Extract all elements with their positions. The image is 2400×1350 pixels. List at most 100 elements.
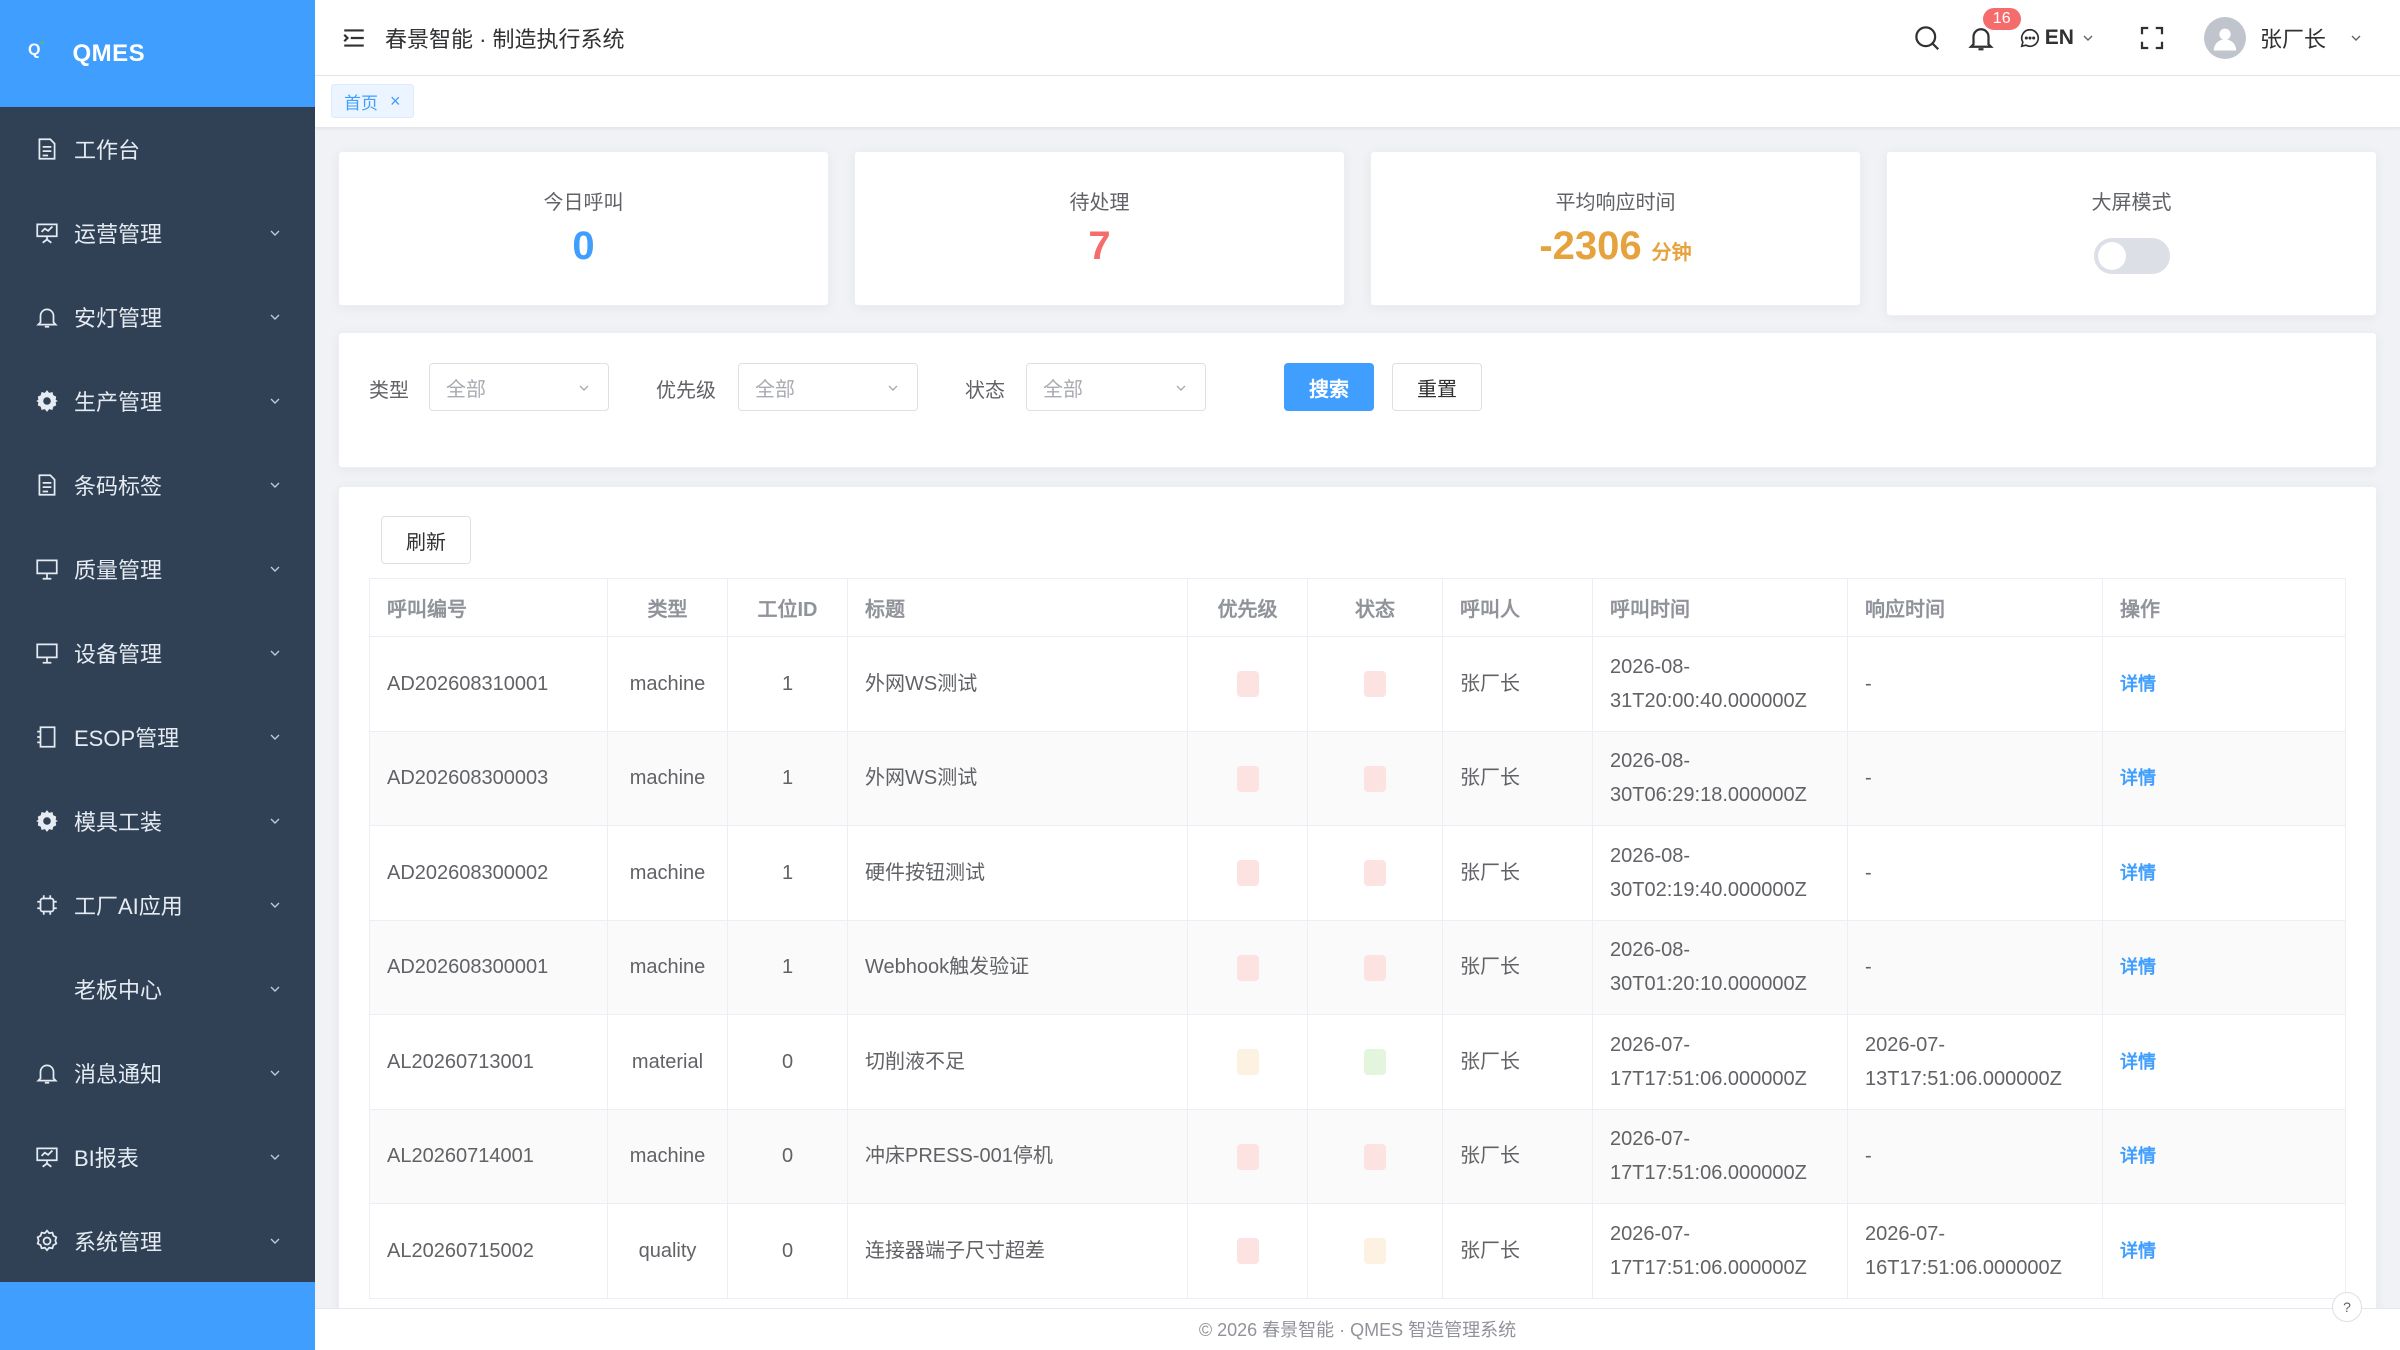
chevron-down-icon (2351, 35, 2361, 41)
detail-link[interactable]: 详情 (2120, 863, 2156, 883)
language-switch[interactable]: EN (2019, 26, 2100, 50)
detail-link[interactable]: 详情 (2120, 957, 2156, 977)
notification-bell-icon[interactable]: 16 (1965, 6, 2023, 54)
response-time-line: 2026-07- (1865, 1033, 1946, 1056)
stat-value-pending: 7 (1088, 224, 1111, 268)
status-filter-value: 全部 (1043, 378, 1083, 401)
detail-link[interactable]: 详情 (2120, 1241, 2156, 1261)
stat-card-big-screen: 大屏模式 (1886, 151, 2377, 316)
column-header[interactable]: 标题 (847, 578, 1188, 637)
column-header[interactable]: 类型 (607, 578, 728, 637)
user-menu[interactable]: 张厂长 (2203, 17, 2364, 59)
sidebar-item[interactable]: 设备管理 (0, 611, 315, 695)
footer: © 2026 春景智能 · QMES 智造管理系统 (315, 1308, 2400, 1350)
column-header[interactable]: 工位ID (727, 578, 848, 637)
help-icon[interactable]: ? (2332, 1292, 2362, 1322)
caller-cell: 张厂长 (1442, 919, 1593, 1015)
sidebar-item[interactable]: 消息通知 (0, 1031, 315, 1115)
table-row[interactable]: AD202608300002 machine 1 硬件按钮测试 张厂长 2026-08- 3… (369, 825, 2346, 921)
type-cell: machine (607, 636, 728, 732)
sidebar-item[interactable]: 安灯管理 (0, 275, 315, 359)
action-cell: 详情 (2102, 825, 2346, 921)
andon-call-table: 呼叫编号 类型 工位ID 标题 优先级 状态 呼叫人 呼叫时间 响应时间 操作 … (369, 578, 2346, 1299)
chevron-down-icon (270, 650, 280, 656)
search-icon[interactable] (1911, 22, 1943, 54)
chevron-down-icon (270, 566, 280, 572)
response-time-cell: - (1847, 919, 2103, 1015)
sidebar-item[interactable]: 条码标签 (0, 443, 315, 527)
column-header[interactable]: 呼叫人 (1442, 578, 1593, 637)
status-filter-select[interactable]: 全部 (1026, 363, 1206, 411)
sidebar-item[interactable]: 老板中心 (0, 947, 315, 1031)
sidebar-item-label: 设备管理 (74, 642, 163, 667)
title-cell: 连接器端子尺寸超差 (847, 1203, 1188, 1299)
sidebar-item[interactable]: 运营管理 (0, 191, 315, 275)
call-time-line: 2026-08- (1610, 844, 1691, 867)
hamburger-icon[interactable] (341, 25, 367, 51)
chevron-down-icon (270, 314, 280, 320)
priority-filter-select[interactable]: 全部 (738, 363, 918, 411)
type-filter-label: 类型 (369, 380, 409, 402)
call-time-line: 17T17:51:06.000000Z (1610, 1256, 1807, 1279)
detail-link[interactable]: 详情 (2120, 674, 2156, 694)
priority-cell (1187, 1014, 1308, 1110)
type-cell: material (607, 1014, 728, 1110)
stat-label: 今日呼叫 (543, 192, 624, 214)
response-time-cell: 2026-07- 16T17:51:06.000000Z (1847, 1203, 2103, 1299)
reset-button[interactable]: 重置 (1392, 363, 1482, 411)
column-header[interactable]: 状态 (1307, 578, 1443, 637)
detail-link[interactable]: 详情 (2120, 1146, 2156, 1166)
logo-mark: Q° (28, 39, 45, 59)
sidebar-item[interactable]: 工作台 (0, 107, 315, 191)
fullscreen-icon[interactable] (2136, 22, 2168, 54)
action-cell: 详情 (2102, 1108, 2346, 1204)
big-screen-toggle[interactable] (2093, 238, 2170, 274)
detail-link[interactable]: 详情 (2120, 768, 2156, 788)
station-cell: 0 (727, 1108, 848, 1204)
sidebar-item-label: ESOP管理 (74, 726, 180, 751)
table-row[interactable]: AL20260715002 quality 0 连接器端子尺寸超差 张厂长 2026-07… (369, 1203, 2346, 1299)
title-cell: 切削液不足 (847, 1014, 1188, 1110)
response-time-cell: - (1847, 636, 2103, 732)
sidebar-item[interactable]: 生产管理 (0, 359, 315, 443)
refresh-button[interactable]: 刷新 (381, 516, 471, 564)
response-time-line: - (1865, 1145, 1872, 1168)
response-time-cell: 2026-07- 13T17:51:06.000000Z (1847, 1014, 2103, 1110)
call-time-line: 2026-08- (1610, 750, 1691, 773)
caller-cell: 张厂长 (1442, 636, 1593, 732)
column-header[interactable]: 优先级 (1187, 578, 1308, 637)
sidebar-item[interactable]: 模具工装 (0, 779, 315, 863)
document-icon (34, 472, 60, 498)
table-row[interactable]: AL20260713001 material 0 切削液不足 张厂长 2026-07- 17… (369, 1014, 2346, 1110)
table-row[interactable]: AD202608310001 machine 1 外网WS测试 张厂长 2026-08- 3… (369, 636, 2346, 732)
sidebar-item[interactable]: 质量管理 (0, 527, 315, 611)
logo[interactable]: Q° QMES (0, 0, 315, 107)
stat-label: 大屏模式 (2091, 192, 2172, 214)
close-icon[interactable]: × (390, 91, 401, 112)
monitor-icon (34, 556, 60, 582)
sidebar-collapse-bar[interactable] (0, 1282, 315, 1350)
sidebar-item[interactable]: 工厂AI应用 (0, 863, 315, 947)
stat-value-avg-response: -2306 分钟 (1371, 224, 1860, 269)
action-cell: 详情 (2102, 636, 2346, 732)
column-header[interactable]: 操作 (2102, 578, 2346, 637)
column-header[interactable]: 呼叫时间 (1592, 578, 1848, 637)
top-header: 春景智能 · 制造执行系统 16 EN 张厂长 (315, 0, 2400, 76)
table-row[interactable]: AL20260714001 machine 0 冲床PRESS-001停机 张厂长 202… (369, 1108, 2346, 1204)
table-row[interactable]: AD202608300001 machine 1 Webhook触发验证 张厂长 2026… (369, 919, 2346, 1015)
search-button[interactable]: 搜索 (1284, 363, 1374, 411)
sidebar-item[interactable]: 系统管理 (0, 1199, 315, 1283)
sidebar-item[interactable]: ESOP管理 (0, 695, 315, 779)
title-cell: 外网WS测试 (847, 730, 1188, 826)
call-time-line: 2026-08- (1610, 655, 1691, 678)
chevron-down-icon (888, 385, 898, 391)
column-header[interactable]: 响应时间 (1847, 578, 2103, 637)
detail-link[interactable]: 详情 (2120, 1052, 2156, 1072)
sidebar-item[interactable]: BI报表 (0, 1115, 315, 1199)
call-id-cell: AL20260715002 (369, 1203, 608, 1299)
type-filter-select[interactable]: 全部 (429, 363, 609, 411)
table-row[interactable]: AD202608300003 machine 1 外网WS测试 张厂长 2026-08- 3… (369, 730, 2346, 826)
column-header[interactable]: 呼叫编号 (369, 578, 608, 637)
tag-home[interactable]: 首页 × (331, 84, 414, 118)
title-cell: 冲床PRESS-001停机 (847, 1108, 1188, 1204)
